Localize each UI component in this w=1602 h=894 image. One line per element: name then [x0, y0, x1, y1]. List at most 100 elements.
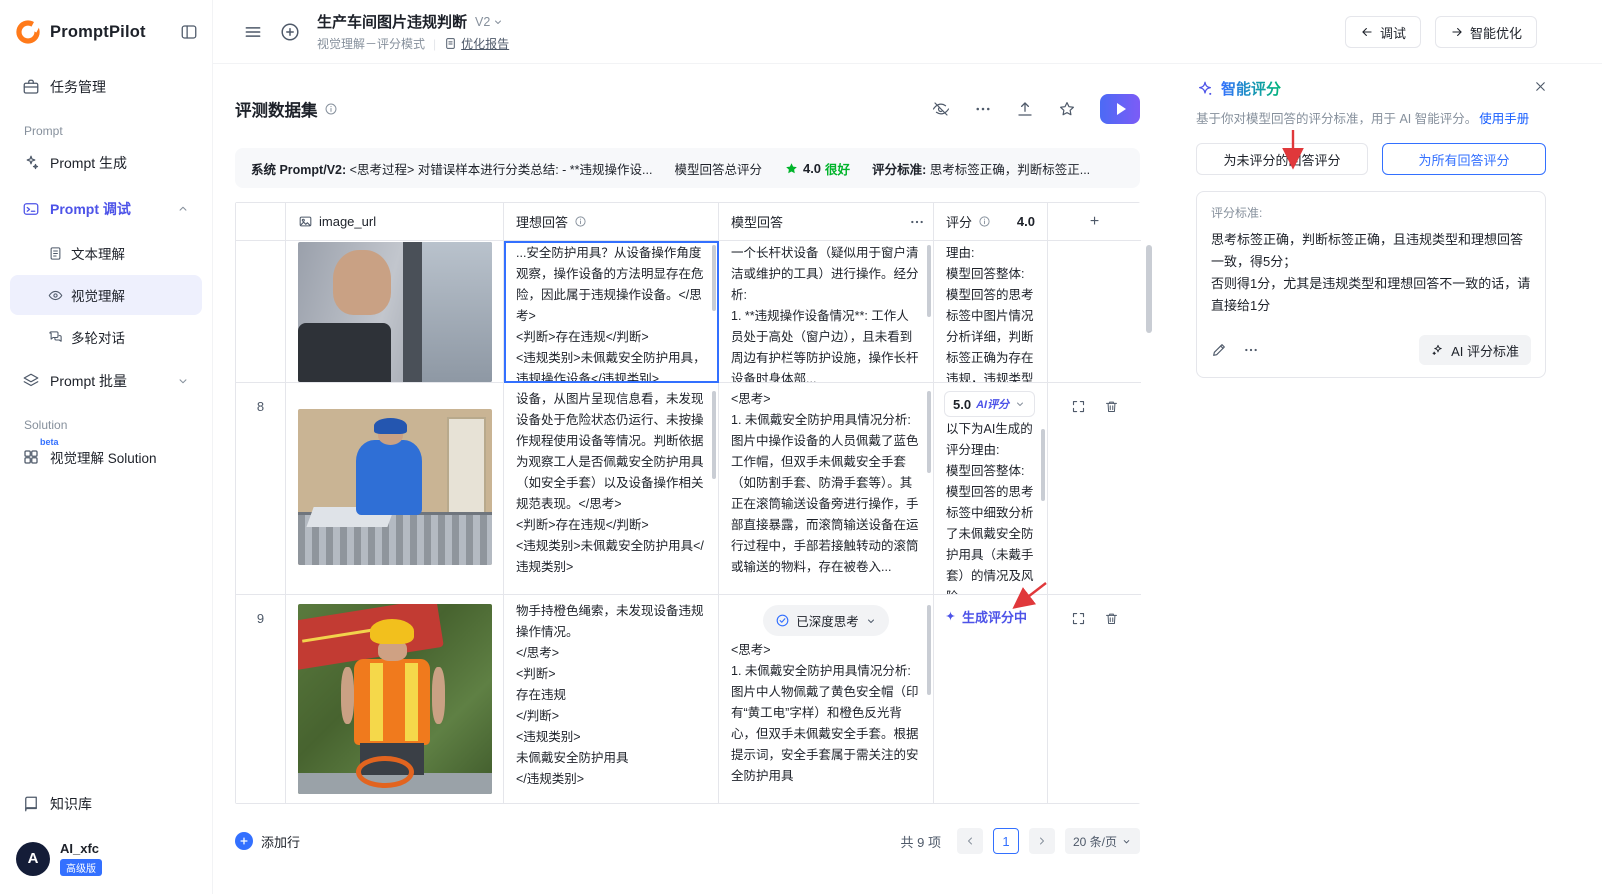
sidebar-collapse-icon[interactable]	[180, 23, 198, 41]
cell-row-actions	[1048, 383, 1141, 595]
sidebar-item-label: 任务管理	[50, 79, 106, 95]
info-icon[interactable]	[978, 215, 991, 228]
cell-model-answer[interactable]: 一个长杆状设备（疑似用于窗户清洁或维护的工具）进行操作。经分析: 1. **违规…	[719, 241, 934, 383]
more-icon[interactable]	[909, 214, 925, 230]
app-name: PromptPilot	[50, 22, 146, 41]
ideal-answer-text[interactable]: 物手持橙色绳索，未发现设备违规操作情况。 </思考> <判断> 存在违规 </判…	[504, 595, 718, 796]
panel-description: 基于你对模型回答的评分标准，用于 AI 智能评分。	[1196, 112, 1478, 126]
trash-icon[interactable]	[1104, 399, 1119, 594]
table-scrollbar[interactable]	[1146, 245, 1152, 333]
cell-image	[286, 595, 504, 803]
sidebar-item-prompt-generate[interactable]: Prompt 生成	[10, 142, 202, 184]
sidebar: PromptPilot 任务管理 Prompt Prompt 生成 Prompt…	[0, 0, 213, 894]
next-page-button[interactable]	[1028, 828, 1055, 854]
run-button[interactable]	[1100, 94, 1140, 124]
logo-row: PromptPilot	[0, 0, 212, 64]
optimize-report-link[interactable]: 优化报告	[444, 35, 509, 52]
deep-thinking-toggle[interactable]: 已深度思考	[763, 605, 889, 636]
sidebar-item-task-management[interactable]: 任务管理	[10, 66, 202, 108]
star-icon[interactable]	[1058, 100, 1076, 118]
score-reason-text[interactable]: 以下为AI生成的评分理由: 模型回答整体: 模型回答的思考标签中细致分析了未佩戴…	[934, 419, 1047, 594]
cell-score[interactable]: 生成评分中	[934, 595, 1048, 803]
document-icon	[48, 246, 63, 261]
sidebar-item-multi-turn[interactable]: 多轮对话	[10, 317, 202, 357]
debug-button[interactable]: 调试	[1344, 16, 1421, 48]
more-icon[interactable]	[974, 100, 992, 118]
cell-model-answer[interactable]: 已深度思考 <思考> 1. 未佩戴安全防护用具情况分析: 图片中人物佩戴了黄色安…	[719, 595, 934, 803]
sparkles-icon	[22, 154, 40, 172]
version-selector[interactable]: V2	[475, 15, 504, 29]
model-answer-text[interactable]: <思考> 1. 未佩戴安全防护用具情况分析: 图片中操作设备的人员佩戴了蓝色工作…	[719, 383, 933, 584]
ai-score-selector[interactable]: 5.0 AI评分	[944, 391, 1036, 417]
sparkle-icon	[945, 611, 956, 621]
info-icon[interactable]	[324, 102, 338, 116]
dataset-table: image_url 理想回答 模型回答 评分 4.0 + ...安全防护用具？从…	[235, 202, 1141, 804]
optimize-label: 智能优化	[1469, 25, 1522, 41]
rating-star-icon	[786, 162, 797, 173]
sidebar-item-label: Prompt 批量	[50, 373, 128, 389]
cell-model-answer[interactable]: <思考> 1. 未佩戴安全防护用具情况分析: 图片中操作设备的人员佩戴了蓝色工作…	[719, 383, 934, 595]
page-title: 生产车间图片违规判断	[317, 14, 468, 31]
score-all-button[interactable]: 为所有回答评分	[1382, 143, 1546, 175]
ideal-answer-text[interactable]: ...安全防护用具？从设备操作角度观察，操作设备的方法明显存在危险，因此属于违规…	[504, 241, 718, 382]
chat-bubbles-icon	[48, 330, 63, 345]
cell-ideal-answer[interactable]: 物手持橙色绳索，未发现设备违规操作情况。 </思考> <判断> 存在违规 </判…	[504, 595, 719, 803]
row-image[interactable]	[298, 409, 492, 565]
ai-score-tag: AI评分	[976, 399, 1010, 411]
prev-page-button[interactable]	[956, 828, 983, 854]
debug-label: 调试	[1379, 25, 1406, 41]
upload-icon[interactable]	[1016, 100, 1034, 118]
manual-link[interactable]: 使用手册	[1479, 112, 1529, 126]
model-answer-text[interactable]: <思考> 1. 未佩戴安全防护用具情况分析: 图片中人物佩戴了黄色安全帽（印有“…	[719, 640, 933, 793]
close-icon[interactable]	[1533, 79, 1548, 94]
total-count: 共 9 项	[900, 834, 941, 850]
sidebar-item-prompt-batch[interactable]: Prompt 批量	[10, 360, 202, 402]
cell-ideal-answer[interactable]: 设备，从图片呈现信息看，未发现设备处于危险状态仍运行、未按操作规程使用设备等情况…	[504, 383, 719, 595]
add-row-button[interactable]: 添加行	[235, 832, 300, 851]
cell-score[interactable]: 理由: 模型回答整体: 模型回答的思考标签中图片情况分析详细，判断标签正确为存在…	[934, 241, 1048, 383]
sidebar-item-knowledge-base[interactable]: 知识库	[10, 783, 202, 825]
user-account[interactable]: A AI_xfc 高级版	[0, 827, 212, 894]
menu-icon[interactable]	[243, 22, 263, 42]
th-rownum	[236, 203, 286, 241]
info-icon[interactable]	[574, 215, 587, 228]
sidebar-item-visual-understanding[interactable]: 视觉理解	[10, 275, 202, 315]
row-image[interactable]	[298, 604, 492, 794]
dataset-content: 评测数据集 系统 Prompt/V2: <思考过程> 对错误样本进行分类总结: …	[235, 64, 1153, 854]
ai-criteria-label: AI 评分标准	[1451, 343, 1519, 359]
add-column-button[interactable]: +	[1048, 203, 1141, 241]
ideal-answer-text[interactable]: 设备，从图片呈现信息看，未发现设备处于危险状态仍运行、未按操作规程使用设备等情况…	[504, 383, 718, 584]
score-generating-status[interactable]: 生成评分中	[934, 595, 1047, 626]
magic-star-icon	[1199, 81, 1212, 95]
row-image[interactable]	[298, 242, 492, 382]
chevron-up-icon	[176, 202, 190, 216]
panel-title: 智能评分	[1221, 78, 1281, 99]
score-reason-text[interactable]: 理由: 模型回答整体: 模型回答的思考标签中图片情况分析详细，判断标签正确为存在…	[934, 241, 1047, 382]
terminal-icon	[22, 200, 40, 218]
version-label: V2	[475, 14, 491, 29]
more-icon[interactable]	[1243, 342, 1259, 358]
expand-icon[interactable]	[1071, 611, 1086, 803]
hide-column-icon[interactable]	[932, 100, 950, 118]
trash-icon[interactable]	[1104, 611, 1119, 803]
run-summary-bar[interactable]: 系统 Prompt/V2: <思考过程> 对错误样本进行分类总结: - **违规…	[235, 148, 1140, 188]
current-page[interactable]: 1	[992, 828, 1019, 854]
score-level: 很好	[825, 162, 851, 177]
model-answer-text[interactable]: 一个长杆状设备（疑似用于窗户清洁或维护的工具）进行操作。经分析: 1. **违规…	[719, 241, 933, 382]
expand-icon[interactable]	[1071, 399, 1086, 594]
sidebar-item-text-understanding[interactable]: 文本理解	[10, 233, 202, 273]
page-size-select[interactable]: 20 条/页	[1064, 828, 1140, 854]
th-score: 评分 4.0	[934, 203, 1048, 241]
edit-icon[interactable]	[1211, 342, 1227, 358]
add-circle-icon[interactable]	[279, 21, 301, 43]
ai-criteria-button[interactable]: AI 评分标准	[1419, 335, 1531, 365]
score-unscored-button[interactable]: 为未评分的回答评分	[1196, 143, 1369, 175]
cell-score[interactable]: 5.0 AI评分 以下为AI生成的评分理由: 模型回答整体: 模型回答的思考标签…	[934, 383, 1048, 595]
smart-optimize-button[interactable]: 智能优化	[1434, 16, 1537, 48]
sidebar-item-prompt-debug[interactable]: Prompt 调试	[10, 188, 202, 230]
chevron-down-icon	[1017, 402, 1024, 406]
page-size-label: 20 条/页	[1072, 834, 1117, 849]
mode-label: 视觉理解－评分模式	[317, 37, 426, 51]
cell-ideal-answer[interactable]: ...安全防护用具？从设备操作角度观察，操作设备的方法明显存在危险，因此属于违规…	[504, 241, 719, 383]
sidebar-item-visual-solution[interactable]: beta 视觉理解 Solution	[10, 436, 202, 478]
